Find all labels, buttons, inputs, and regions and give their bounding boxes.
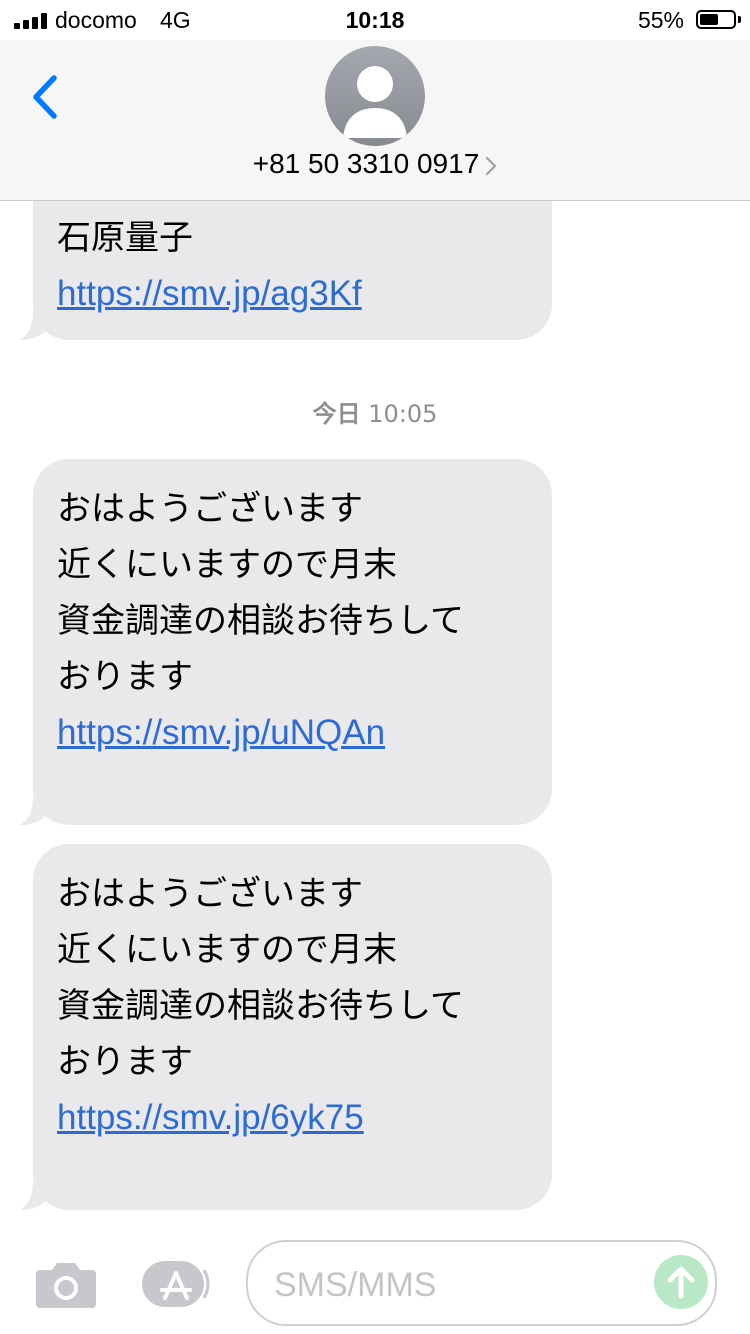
message-link[interactable]: https://smv.jp/6yk75 [57, 1090, 528, 1146]
message-input-placeholder: SMS/MMS [274, 1266, 437, 1304]
message-input[interactable]: SMS/MMS [246, 1240, 717, 1326]
conversation-timestamp: 今日 10:05 [0, 394, 750, 429]
app-store-button[interactable] [140, 1260, 212, 1308]
chevron-left-icon [33, 75, 57, 119]
bubble-tail [20, 310, 48, 340]
camera-button[interactable] [34, 1260, 98, 1310]
app-store-icon [142, 1261, 210, 1307]
message-text: おはようございます 近くにいますので月末 資金調達の相談お待ちして おります [57, 874, 464, 1082]
message-link[interactable]: https://smv.jp/uNQAn [57, 705, 528, 761]
arrow-up-icon [667, 1266, 695, 1299]
message-text: 石原量子 [57, 218, 193, 258]
back-button[interactable] [22, 70, 72, 126]
contact-avatar[interactable] [325, 46, 425, 146]
timestamp-time: 10:05 [368, 400, 438, 428]
timestamp-day: 今日 [312, 400, 361, 428]
message-bubble[interactable]: おはようございます 近くにいますので月末 資金調達の相談お待ちして おります h… [20, 459, 552, 825]
message-link[interactable]: https://smv.jp/ag3Kf [57, 266, 528, 322]
message-bubble[interactable]: おはようございます 近くにいますので月末 資金調達の相談お待ちして おります h… [20, 844, 552, 1210]
bubble-tail [20, 1180, 48, 1210]
person-icon [343, 66, 407, 138]
conversation-header: +81 50 3310 0917 [0, 40, 750, 201]
message-input-bar: SMS/MMS [0, 1230, 750, 1334]
contact-name: +81 50 3310 0917 [252, 148, 480, 179]
bubble-tail [20, 795, 48, 825]
chevron-right-icon [486, 156, 497, 175]
contact-name-row[interactable]: +81 50 3310 0917 [0, 148, 750, 180]
message-text: おはようございます 近くにいますので月末 資金調達の相談お待ちして おります [57, 489, 464, 697]
send-button[interactable] [654, 1255, 708, 1309]
camera-icon [36, 1263, 96, 1308]
